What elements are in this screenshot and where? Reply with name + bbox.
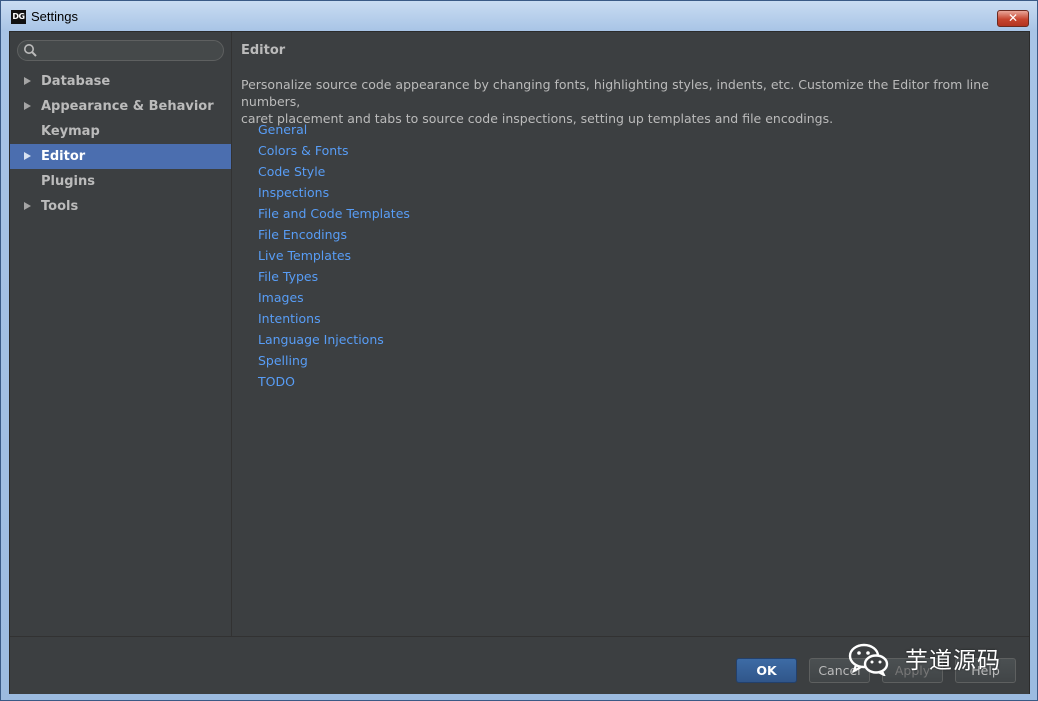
link-todo[interactable]: TODO — [258, 371, 410, 392]
link-file-encodings[interactable]: File Encodings — [258, 224, 410, 245]
editor-settings-pane: Editor Personalize source code appearanc… — [232, 32, 1029, 636]
watermark-text: 芋道源码 — [905, 648, 1001, 674]
sidebar-item-label: Plugins — [41, 174, 95, 189]
settings-window: DG Settings ✕ Database Appearance & Behav… — [0, 0, 1038, 701]
link-intentions[interactable]: Intentions — [258, 308, 410, 329]
settings-search-field[interactable] — [17, 40, 224, 61]
title-bar[interactable]: DG Settings ✕ — [1, 1, 1037, 31]
sidebar-item-label: Keymap — [41, 124, 100, 139]
search-input[interactable] — [40, 43, 222, 60]
sidebar-item-editor[interactable]: Editor — [10, 144, 231, 169]
sidebar-item-label: Appearance & Behavior — [41, 99, 214, 114]
sidebar-item-label: Editor — [41, 149, 86, 164]
sidebar-item-label: Database — [41, 74, 111, 89]
settings-sidebar: Database Appearance & Behavior Keymap Edito… — [10, 32, 232, 636]
link-images[interactable]: Images — [258, 287, 410, 308]
wechat-logo-icon — [848, 643, 889, 676]
link-file-types[interactable]: File Types — [258, 266, 410, 287]
search-icon — [24, 44, 37, 57]
expand-arrow-icon[interactable] — [24, 102, 31, 110]
link-file-and-code-templates[interactable]: File and Code Templates — [258, 203, 410, 224]
dialog-body: Database Appearance & Behavior Keymap Edito… — [9, 31, 1030, 694]
page-title: Editor — [241, 43, 286, 58]
link-language-injections[interactable]: Language Injections — [258, 329, 410, 350]
wechat-watermark: 芋道源码 — [847, 640, 1007, 676]
link-code-style[interactable]: Code Style — [258, 161, 410, 182]
link-inspections[interactable]: Inspections — [258, 182, 410, 203]
link-spelling[interactable]: Spelling — [258, 350, 410, 371]
sidebar-item-plugins[interactable]: Plugins — [10, 169, 231, 194]
link-general[interactable]: General — [258, 119, 410, 140]
sidebar-item-tools[interactable]: Tools — [10, 194, 231, 219]
editor-subpage-links: General Colors & Fonts Code Style Inspectio… — [258, 119, 410, 392]
close-window-button[interactable]: ✕ — [997, 10, 1029, 27]
description-line: Personalize source code appearance by ch… — [241, 77, 989, 109]
sidebar-item-keymap[interactable]: Keymap — [10, 119, 231, 144]
expand-arrow-icon[interactable] — [24, 202, 31, 210]
link-live-templates[interactable]: Live Templates — [258, 245, 410, 266]
link-colors-fonts[interactable]: Colors & Fonts — [258, 140, 410, 161]
sidebar-item-label: Tools — [41, 199, 79, 214]
window-title: Settings — [31, 9, 78, 24]
expand-arrow-icon[interactable] — [24, 77, 31, 85]
settings-tree: Database Appearance & Behavior Keymap Edito… — [10, 69, 231, 219]
datagrip-app-icon: DG — [11, 10, 26, 24]
expand-arrow-icon[interactable] — [24, 152, 31, 160]
sidebar-item-appearance-behavior[interactable]: Appearance & Behavior — [10, 94, 231, 119]
ok-button[interactable]: OK — [736, 658, 797, 683]
sidebar-item-database[interactable]: Database — [10, 69, 231, 94]
